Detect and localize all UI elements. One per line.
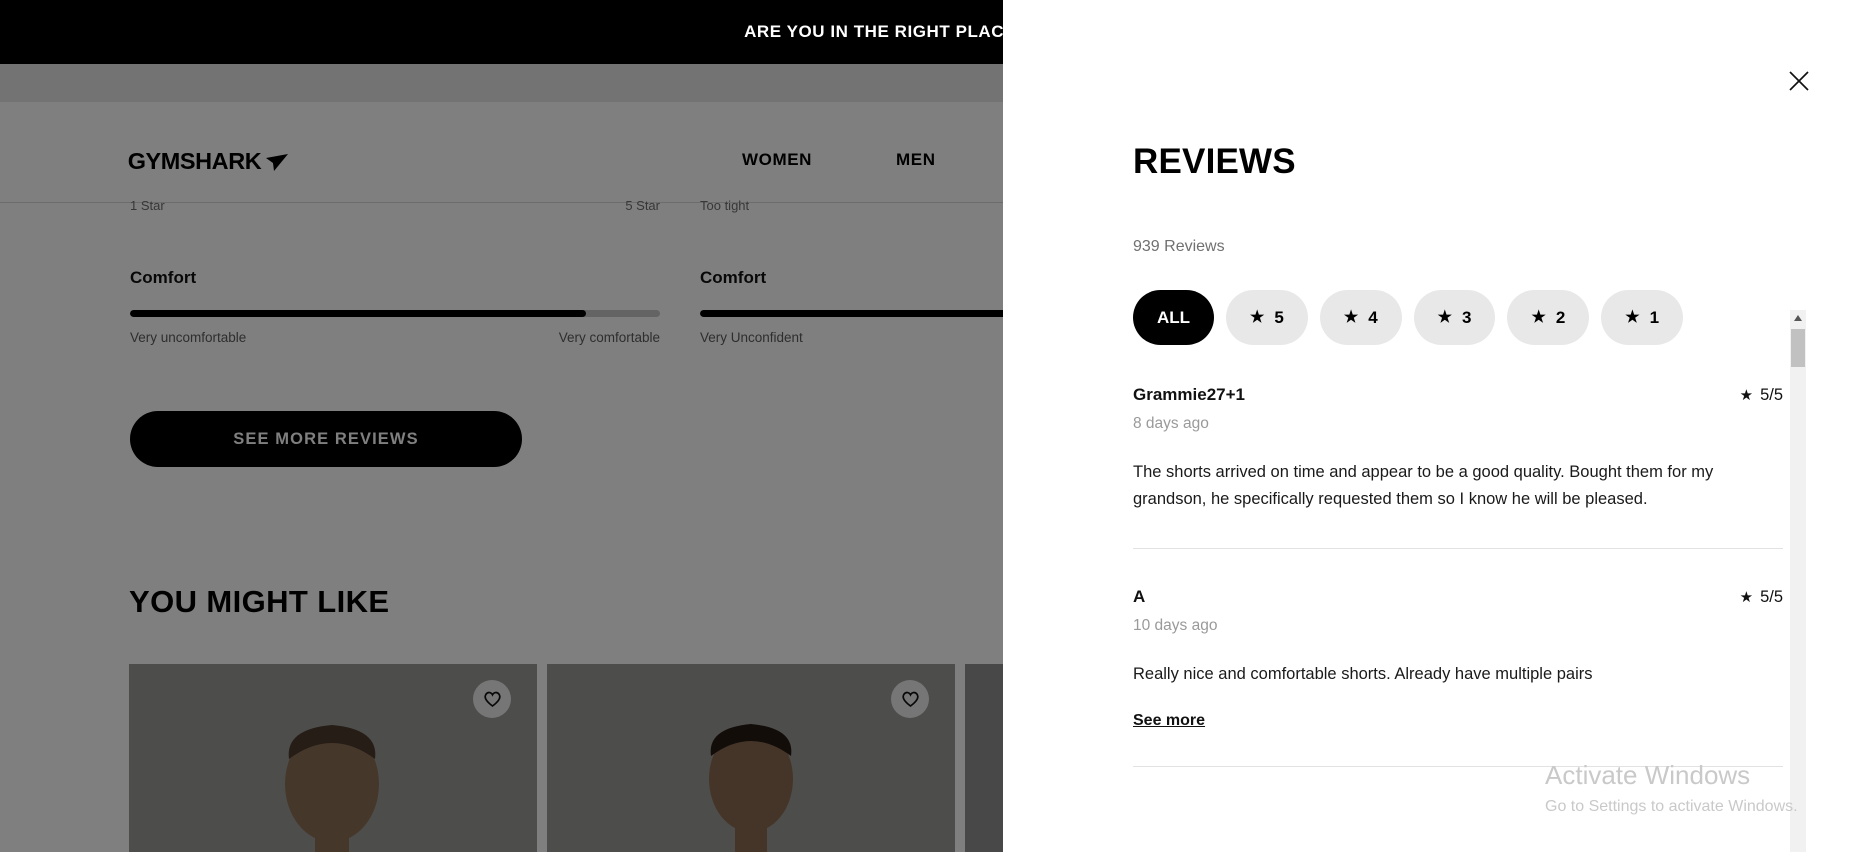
review-rating-value: 5/5 <box>1760 385 1783 404</box>
filter-5-star[interactable]: ★ 5 <box>1226 290 1308 345</box>
filter-4-star[interactable]: ★ 4 <box>1319 290 1402 345</box>
filter-1-star[interactable]: ★ 1 <box>1601 290 1684 345</box>
review-item: Grammie27+1 ★ 5/5 8 days ago The shorts … <box>1133 385 1783 512</box>
drawer-title: REVIEWS <box>1133 142 1296 181</box>
review-date: 10 days ago <box>1133 617 1218 635</box>
review-body: The shorts arrived on time and appear to… <box>1133 463 1714 508</box>
review-count: 939 Reviews <box>1133 238 1225 255</box>
star-icon: ★ <box>1531 308 1546 326</box>
filter-label: 3 <box>1462 307 1472 327</box>
star-icon: ★ <box>1739 387 1754 404</box>
review-rating: ★ 5/5 <box>1740 386 1783 405</box>
star-icon: ★ <box>1437 308 1453 326</box>
divider <box>1133 548 1783 550</box>
overlay-dim-top <box>0 64 1003 102</box>
review-rating-value: 5/5 <box>1760 587 1783 606</box>
overlay-dim[interactable] <box>0 102 1003 852</box>
star-icon: ★ <box>1739 589 1754 607</box>
star-icon: ★ <box>1250 308 1265 326</box>
banner-message: ARE YOU IN THE RIGHT PLACE? <box>744 22 1027 41</box>
filter-label: 5 <box>1274 307 1284 327</box>
chevron-up-icon <box>1794 314 1802 321</box>
filter-label: 2 <box>1555 307 1566 327</box>
divider <box>1133 766 1783 768</box>
see-more-link[interactable]: See more <box>1133 712 1205 730</box>
filter-label: 1 <box>1649 307 1660 327</box>
filter-3-star[interactable]: ★ 3 <box>1413 290 1496 345</box>
review-author: A <box>1133 587 1146 607</box>
star-icon: ★ <box>1625 308 1640 326</box>
star-icon: ★ <box>1343 308 1359 326</box>
reviews-drawer: REVIEWS 939 Reviews ALL ★ 5 ★ 4 ★ 3 ★ 2 … <box>1003 0 1875 852</box>
review-rating: ★ 5/5 <box>1740 588 1783 607</box>
scroll-up-button[interactable] <box>1790 310 1806 325</box>
filter-label: 4 <box>1368 307 1378 327</box>
close-button[interactable] <box>1779 62 1819 102</box>
review-item: A ★ 5/5 10 days ago Really nice and comf… <box>1133 587 1783 768</box>
filter-label: ALL <box>1157 307 1191 327</box>
filter-2-star[interactable]: ★ 2 <box>1507 290 1590 345</box>
review-list: Grammie27+1 ★ 5/5 8 days ago The shorts … <box>1133 385 1875 768</box>
rating-filters: ALL ★ 5 ★ 4 ★ 3 ★ 2 ★ 1 <box>1133 290 1684 345</box>
review-author: Grammie27+1 <box>1133 385 1245 404</box>
close-icon <box>1789 70 1809 91</box>
review-date: 8 days ago <box>1133 415 1209 432</box>
filter-all[interactable]: ALL <box>1133 290 1215 345</box>
scrollbar[interactable] <box>1790 310 1806 852</box>
scrollbar-thumb[interactable] <box>1791 329 1805 367</box>
review-body: Really nice and comfortable shorts. Alre… <box>1133 665 1593 684</box>
